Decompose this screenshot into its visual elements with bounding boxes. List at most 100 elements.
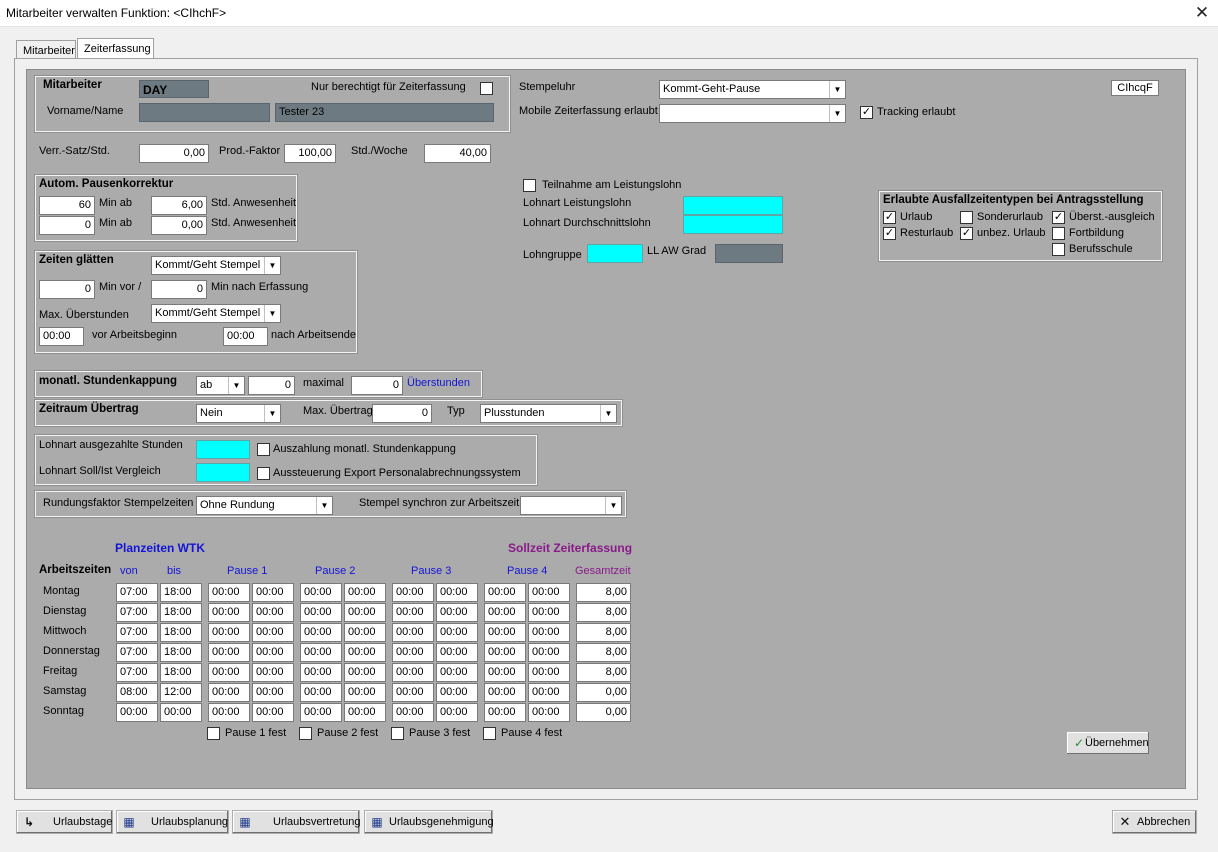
- close-icon[interactable]: ✕: [1190, 3, 1214, 23]
- kappung-value-1-field[interactable]: 0: [248, 376, 295, 395]
- time-field-von[interactable]: 00:00: [116, 703, 158, 722]
- time-field-pause3-end[interactable]: 00:00: [436, 643, 478, 662]
- time-field-bis[interactable]: 18:00: [160, 623, 202, 642]
- time-field-von[interactable]: 07:00: [116, 623, 158, 642]
- time-field-pause1-end[interactable]: 00:00: [252, 623, 294, 642]
- prod-faktor-field[interactable]: 100,00: [284, 144, 336, 163]
- abbrechen-button[interactable]: ✕ Abbrechen: [1112, 810, 1197, 834]
- glaetten-nach-field[interactable]: 0: [151, 280, 207, 299]
- tab-mitarbeiter[interactable]: Mitarbeiter: [16, 40, 76, 60]
- time-field-von[interactable]: 08:00: [116, 683, 158, 702]
- time-field-pause3-end[interactable]: 00:00: [436, 703, 478, 722]
- time-field-bis[interactable]: 18:00: [160, 643, 202, 662]
- time-field-pause4-start[interactable]: 00:00: [484, 683, 526, 702]
- time-field-bis[interactable]: 00:00: [160, 703, 202, 722]
- verr-satz-field[interactable]: 0,00: [139, 144, 209, 163]
- gesamtzeit-field[interactable]: 0,00: [576, 683, 631, 702]
- pause-std-1-field[interactable]: 6,00: [151, 196, 207, 215]
- time-field-pause3-end[interactable]: 00:00: [436, 663, 478, 682]
- time-field-pause4-start[interactable]: 00:00: [484, 583, 526, 602]
- time-field-pause2-start[interactable]: 00:00: [300, 643, 342, 662]
- time-field-pause1-start[interactable]: 00:00: [208, 583, 250, 602]
- time-field-pause2-end[interactable]: 00:00: [344, 623, 386, 642]
- time-field-pause3-start[interactable]: 00:00: [392, 663, 434, 682]
- stempeluhr-select[interactable]: Kommt-Geht-Pause ▼: [659, 80, 846, 99]
- kappung-value-2-field[interactable]: 0: [351, 376, 403, 395]
- typ-select[interactable]: Plusstunden ▼: [480, 404, 617, 423]
- time-field-pause4-end[interactable]: 00:00: [528, 583, 570, 602]
- time-field-pause3-start[interactable]: 00:00: [392, 603, 434, 622]
- time-field-bis[interactable]: 18:00: [160, 663, 202, 682]
- pause-std-2-field[interactable]: 0,00: [151, 216, 207, 235]
- mobile-select[interactable]: ▼: [659, 104, 846, 123]
- time-field-pause4-start[interactable]: 00:00: [484, 663, 526, 682]
- time-field-pause2-end[interactable]: 00:00: [344, 683, 386, 702]
- stempel-synchron-select[interactable]: ▼: [520, 496, 622, 515]
- ueberst-ausgleich-checkbox[interactable]: ✓: [1052, 211, 1065, 224]
- time-field-pause3-start[interactable]: 00:00: [392, 703, 434, 722]
- glaetten-select-1[interactable]: Kommt/Geht Stempel ▼: [151, 256, 281, 275]
- glaetten-select-2[interactable]: Kommt/Geht Stempel ▼: [151, 304, 281, 323]
- time-field-pause2-end[interactable]: 00:00: [344, 703, 386, 722]
- gesamtzeit-field[interactable]: 8,00: [576, 623, 631, 642]
- lohnart-durchschnitt-field[interactable]: [683, 215, 783, 234]
- time-field-pause2-end[interactable]: 00:00: [344, 583, 386, 602]
- time-field-pause3-end[interactable]: 00:00: [436, 603, 478, 622]
- fortbildung-checkbox[interactable]: [1052, 227, 1065, 240]
- gesamtzeit-field[interactable]: 8,00: [576, 663, 631, 682]
- time-field-pause2-start[interactable]: 00:00: [300, 603, 342, 622]
- pause-1-fest-checkbox[interactable]: [207, 727, 220, 740]
- urlaubstage-button[interactable]: ↳ Urlaubstage: [16, 810, 113, 834]
- time-field-pause3-start[interactable]: 00:00: [392, 683, 434, 702]
- time-field-bis[interactable]: 18:00: [160, 603, 202, 622]
- time-field-pause2-start[interactable]: 00:00: [300, 703, 342, 722]
- time-field-von[interactable]: 07:00: [116, 643, 158, 662]
- berufsschule-checkbox[interactable]: [1052, 243, 1065, 256]
- time-field-pause2-start[interactable]: 00:00: [300, 623, 342, 642]
- time-field-pause1-end[interactable]: 00:00: [252, 663, 294, 682]
- time-field-pause3-end[interactable]: 00:00: [436, 623, 478, 642]
- max-uebertrag-field[interactable]: 0: [372, 404, 432, 423]
- time-field-pause2-end[interactable]: 00:00: [344, 603, 386, 622]
- time-field-pause1-start[interactable]: 00:00: [208, 643, 250, 662]
- time-field-pause1-end[interactable]: 00:00: [252, 643, 294, 662]
- urlaubsvertretung-button[interactable]: ▦ Urlaubsvertretung: [232, 810, 360, 834]
- uebertrag-select[interactable]: Nein ▼: [196, 404, 281, 423]
- time-field-pause1-start[interactable]: 00:00: [208, 683, 250, 702]
- nachname-field[interactable]: Tester 23: [275, 103, 494, 122]
- urlaubsplanung-button[interactable]: ▦ Urlaubsplanung: [116, 810, 229, 834]
- time-field-pause3-end[interactable]: 00:00: [436, 583, 478, 602]
- time-field-von[interactable]: 07:00: [116, 663, 158, 682]
- kappung-select[interactable]: ab ▼: [196, 376, 245, 395]
- tab-zeiterfassung[interactable]: Zeiterfassung: [77, 38, 154, 60]
- auszahlung-checkbox[interactable]: [257, 443, 270, 456]
- time-field-pause4-end[interactable]: 00:00: [528, 623, 570, 642]
- gesamtzeit-field[interactable]: 8,00: [576, 583, 631, 602]
- time-field-pause4-end[interactable]: 00:00: [528, 683, 570, 702]
- time-field-pause1-start[interactable]: 00:00: [208, 663, 250, 682]
- pause-2-fest-checkbox[interactable]: [299, 727, 312, 740]
- time-field-von[interactable]: 07:00: [116, 603, 158, 622]
- unbez-urlaub-checkbox[interactable]: ✓: [960, 227, 973, 240]
- rundung-select[interactable]: Ohne Rundung ▼: [196, 496, 333, 515]
- teilnahme-leistungslohn-checkbox[interactable]: [523, 179, 536, 192]
- time-field-pause1-start[interactable]: 00:00: [208, 623, 250, 642]
- time-field-pause2-end[interactable]: 00:00: [344, 663, 386, 682]
- lohnart-ausgezahlt-field[interactable]: [196, 440, 250, 459]
- arbeitsende-field[interactable]: 00:00: [223, 327, 268, 346]
- time-field-pause4-start[interactable]: 00:00: [484, 603, 526, 622]
- pause-min-2-field[interactable]: 0: [39, 216, 95, 235]
- gesamtzeit-field[interactable]: 8,00: [576, 603, 631, 622]
- pause-4-fest-checkbox[interactable]: [483, 727, 496, 740]
- time-field-pause4-start[interactable]: 00:00: [484, 623, 526, 642]
- nur-berechtigt-checkbox[interactable]: [480, 82, 493, 95]
- sonderurlaub-checkbox[interactable]: [960, 211, 973, 224]
- time-field-von[interactable]: 07:00: [116, 583, 158, 602]
- std-woche-field[interactable]: 40,00: [424, 144, 491, 163]
- time-field-pause4-start[interactable]: 00:00: [484, 703, 526, 722]
- time-field-pause3-start[interactable]: 00:00: [392, 623, 434, 642]
- time-field-pause1-start[interactable]: 00:00: [208, 703, 250, 722]
- lohngruppe-field[interactable]: [587, 244, 643, 263]
- pause-3-fest-checkbox[interactable]: [391, 727, 404, 740]
- urlaub-checkbox[interactable]: ✓: [883, 211, 896, 224]
